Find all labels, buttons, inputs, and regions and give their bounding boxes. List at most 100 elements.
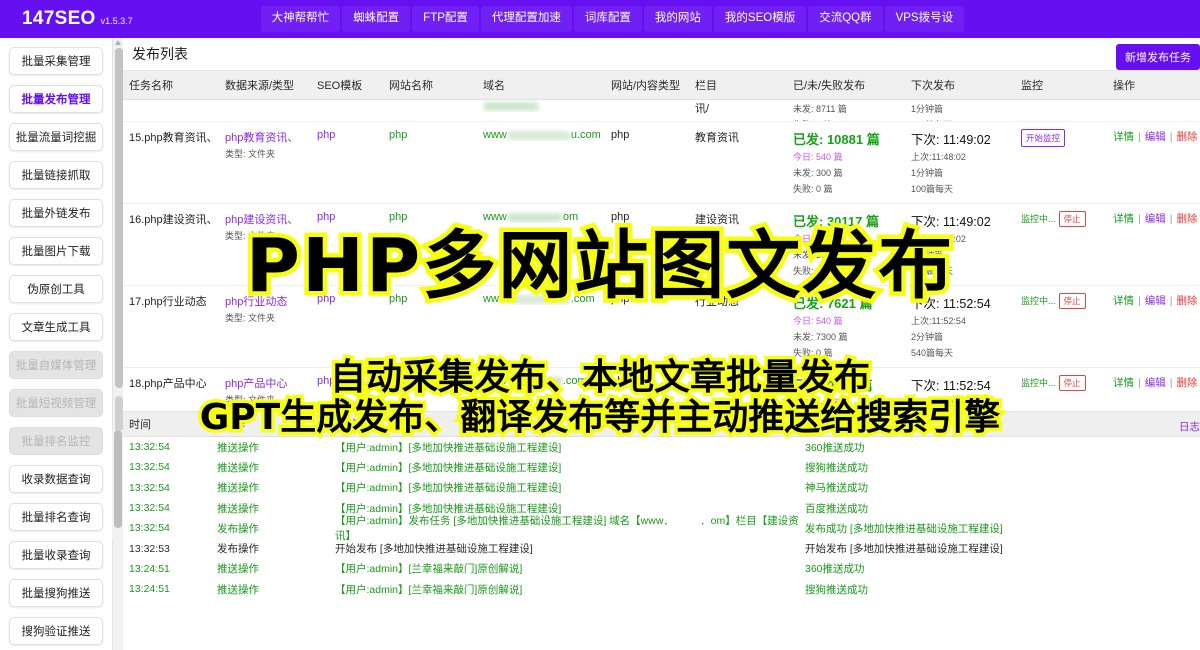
sidebar-scrollbar-thumb[interactable] xyxy=(115,48,123,388)
data-source[interactable]: php产品中心 xyxy=(225,378,287,390)
cell-domain: www .com xyxy=(477,293,605,305)
detail-link[interactable]: 详情 xyxy=(1113,377,1134,389)
topnav-item-7[interactable]: 交流QQ群 xyxy=(808,6,882,32)
sidebar-item-10: 批量排名监控 xyxy=(9,427,103,455)
data-source-type: 类型: 文件夹 xyxy=(225,148,311,161)
sidebar-scrollbar[interactable] xyxy=(112,38,123,650)
sidebar-item-7[interactable]: 文章生成工具 xyxy=(9,313,103,341)
log-table-body: 13:32:54推送操作【用户:admin】[多地加快推进基础设施工程建设]36… xyxy=(123,437,1200,650)
cell-monitor: 监控中...停止 xyxy=(1015,375,1107,391)
domain-suffix: .com xyxy=(571,293,595,305)
domain-redacted xyxy=(508,131,570,140)
log-result: 360推送成功 xyxy=(805,440,1105,455)
cell-domain: wwwu.com xyxy=(477,129,605,141)
cell-publish-stats: 已发: 30117 篇今日: 540 篇未发: 300 篇失败: 0 篇 xyxy=(787,211,905,278)
log-link[interactable]: 日志 xyxy=(1179,419,1200,434)
log-scrollbar[interactable] xyxy=(112,430,123,540)
domain-redacted xyxy=(508,295,570,304)
cell-next-publish: 下次: 11:52:54上次:11:52:542分钟篇540篇每天 xyxy=(905,375,1015,411)
sidebar-item-4[interactable]: 批量外链发布 xyxy=(9,199,103,227)
data-source[interactable]: php建设资讯、 xyxy=(225,214,298,226)
detail-link[interactable]: 详情 xyxy=(1113,295,1134,307)
log-action: 推送操作 xyxy=(217,561,335,576)
site-name: php xyxy=(389,211,407,223)
delete-link[interactable]: 删除 xyxy=(1176,377,1197,389)
edit-link[interactable]: 编辑 xyxy=(1145,213,1166,225)
cell-task-name: 16.php建设资讯、 xyxy=(123,211,219,227)
table-header-cell-8: 下次发布 xyxy=(905,77,1015,93)
ops-separator-2: | xyxy=(1170,377,1173,389)
log-time: 13:24:51 xyxy=(123,583,217,595)
sidebar-item-14[interactable]: 批量搜狗推送 xyxy=(9,579,103,607)
delete-link[interactable]: 删除 xyxy=(1176,213,1197,225)
log-scrollbar-thumb[interactable] xyxy=(114,430,122,528)
topnav-item-4[interactable]: 词库配置 xyxy=(574,6,642,32)
sidebar-item-5[interactable]: 批量图片下载 xyxy=(9,237,103,265)
delete-link[interactable]: 删除 xyxy=(1176,131,1197,143)
sidebar-item-1[interactable]: 批量发布管理 xyxy=(9,85,103,113)
domain-redacted xyxy=(508,213,562,222)
stop-monitor-button[interactable]: 停止 xyxy=(1059,375,1086,391)
domain-prefix: www xyxy=(483,129,507,141)
domain-redacted xyxy=(508,377,562,386)
log-col-detail: 详情 xyxy=(335,416,805,432)
cell-publish-stats: 已发: 7621 篇今日: 540 篇未发: 7300 篇失败: 0 篇 xyxy=(787,293,905,360)
edit-link[interactable]: 编辑 xyxy=(1145,295,1166,307)
new-publish-task-button[interactable]: 新增发布任务 xyxy=(1116,44,1200,70)
topnav-item-6[interactable]: 我的SEO模版 xyxy=(714,6,806,32)
topnav-item-1[interactable]: 蜘蛛配置 xyxy=(342,6,410,32)
cell-task-name: 15.php教育资讯、 xyxy=(123,129,219,145)
log-row: 13:24:51推送操作【用户:admin】[兰幸福来敲门]原创解说]搜狗推送成… xyxy=(123,579,1200,599)
topnav-item-2[interactable]: FTP配置 xyxy=(412,6,479,32)
table-row: 18.php产品中心php产品中心类型: 文件夹phpphpwww.comphp… xyxy=(123,368,1200,411)
data-source[interactable]: php行业动态 xyxy=(225,296,287,308)
log-time: 13:32:54 xyxy=(123,482,217,494)
detail-link[interactable]: 详情 xyxy=(1113,131,1134,143)
cell-content-type: php xyxy=(605,211,689,223)
cell-monitor: 监控中...停止 xyxy=(1015,211,1107,227)
topnav-item-3[interactable]: 代理配置加速 xyxy=(481,6,572,32)
next-publish-time: 下次: 11:52:54 xyxy=(911,375,1015,394)
topnav-item-0[interactable]: 大神帮帮忙 xyxy=(261,6,341,32)
seo-template[interactable]: php xyxy=(317,375,335,387)
scroll-up-arrow-icon[interactable] xyxy=(115,40,121,45)
data-source-type: 类型: 文件夹 xyxy=(225,230,311,243)
sidebar-item-3[interactable]: 批量链接抓取 xyxy=(9,161,103,189)
log-time: 13:32:54 xyxy=(123,441,217,453)
log-row: 13:32:54推送操作【用户:admin】[多地加快推进基础设施工程建设]36… xyxy=(123,437,1200,457)
sidebar-item-11[interactable]: 收录数据查询 xyxy=(9,465,103,493)
table-row: 讯/未发: 8711 篇失败: 0 篇1分钟篇400篇每天 xyxy=(123,100,1200,122)
table-row: 17.php行业动态php行业动态类型: 文件夹phpphpwww.comphp… xyxy=(123,286,1200,368)
sidebar-item-2[interactable]: 批量流量词挖掘 xyxy=(9,123,103,151)
domain-prefix: www xyxy=(483,293,507,305)
edit-link[interactable]: 编辑 xyxy=(1145,131,1166,143)
start-monitor-button[interactable]: 开始监控 xyxy=(1021,129,1065,147)
published-unsent: 未发: 8711 篇 xyxy=(793,103,905,116)
sidebar-item-13[interactable]: 批量收录查询 xyxy=(9,541,103,569)
log-result: 百度推送成功 xyxy=(805,501,1105,516)
log-col-action: 操作 xyxy=(217,416,335,432)
sidebar-item-12[interactable]: 批量排名查询 xyxy=(9,503,103,531)
publish-daily-quota: 100篇每天 xyxy=(911,183,1015,196)
column-name: 产品中心 xyxy=(695,378,739,390)
topnav-item-8[interactable]: VPS拨号设 xyxy=(885,6,965,32)
sidebar-item-6[interactable]: 伪原创工具 xyxy=(9,275,103,303)
edit-link[interactable]: 编辑 xyxy=(1145,377,1166,389)
seo-template[interactable]: php xyxy=(317,129,335,141)
seo-template[interactable]: php xyxy=(317,211,335,223)
log-action: 发布操作 xyxy=(217,521,335,536)
sidebar-item-15[interactable]: 搜狗验证推送 xyxy=(9,617,103,645)
log-action: 推送操作 xyxy=(217,440,335,455)
stop-monitor-button[interactable]: 停止 xyxy=(1059,211,1086,227)
next-publish-time: 下次: 11:49:02 xyxy=(911,129,1015,148)
seo-template[interactable]: php xyxy=(317,293,335,305)
stop-monitor-button[interactable]: 停止 xyxy=(1059,293,1086,309)
sidebar-item-0[interactable]: 批量采集管理 xyxy=(9,47,103,75)
cell-task-name: 17.php行业动态 xyxy=(123,293,219,309)
last-publish-time: 上次:11:48:02 xyxy=(911,233,1015,246)
detail-link[interactable]: 详情 xyxy=(1113,213,1134,225)
topnav-item-5[interactable]: 我的网站 xyxy=(644,6,712,32)
data-source[interactable]: php教育资讯、 xyxy=(225,132,298,144)
content-type: php xyxy=(611,129,629,141)
delete-link[interactable]: 删除 xyxy=(1176,295,1197,307)
